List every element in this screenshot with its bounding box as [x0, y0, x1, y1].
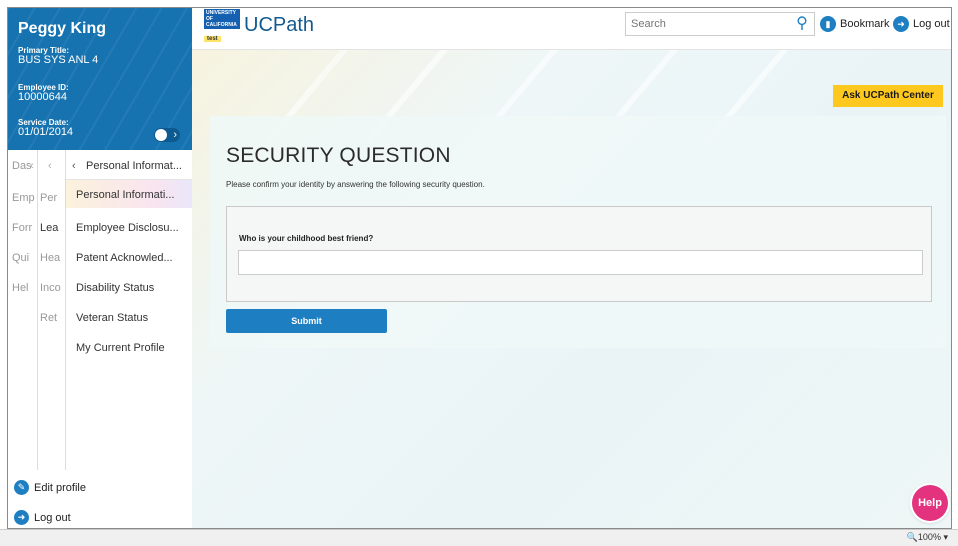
edit-profile-button[interactable]: ✎ Edit profile [14, 480, 86, 495]
nav-column-level3: ‹ Personal Informat... Personal Informat… [66, 150, 192, 470]
profile-collapse-toggle[interactable]: › [154, 128, 180, 142]
nav-item-dashboard[interactable]: Das [12, 160, 32, 172]
chevron-left-icon[interactable]: ‹ [30, 160, 34, 172]
profile-panel: Peggy King Primary Title: BUS SYS ANL 4 … [8, 8, 192, 150]
nav-item-patent-acknowledgement[interactable]: Patent Acknowled... [76, 252, 173, 264]
nav-item-health[interactable]: Hea [40, 252, 60, 264]
nav-item-income[interactable]: Inco [40, 282, 61, 294]
bookmark-icon: ▮ [820, 16, 836, 32]
nav-item-employee[interactable]: Emp [12, 192, 35, 204]
nav-item-veteran-status[interactable]: Veteran Status [76, 312, 148, 324]
logout-label: Log out [913, 18, 950, 30]
pencil-icon: ✎ [14, 480, 29, 495]
uc-logo[interactable]: UNIVERSITY OF CALIFORNIA test [204, 9, 240, 43]
nav-item-quick[interactable]: Qui [12, 252, 29, 264]
sidebar-logout-label: Log out [34, 511, 71, 524]
chevron-left-icon[interactable]: ‹ [48, 160, 52, 172]
question-box: Who is your childhood best friend? [226, 206, 932, 302]
toggle-knob [155, 129, 167, 141]
employee-id-value: 10000644 [18, 91, 67, 103]
profile-name: Peggy King [18, 20, 107, 37]
nav-item-my-current-profile[interactable]: My Current Profile [76, 342, 165, 354]
nav-column-level1: Das Emp Forr Qui Hel ‹ [8, 150, 38, 470]
uc-logo-text: UNIVERSITY OF CALIFORNIA [204, 9, 240, 29]
status-bar: 🔍100% ▾ [0, 529, 958, 546]
zoom-control[interactable]: 🔍100% ▾ [907, 532, 948, 543]
security-answer-input[interactable] [238, 250, 923, 275]
search-box: ⚲ [625, 12, 815, 36]
submit-button[interactable]: Submit [226, 309, 387, 333]
main-content: Ask UCPath Center SECURITY QUESTION Plea… [192, 50, 951, 528]
logout-icon: ➜ [14, 510, 29, 525]
top-bar: UNIVERSITY OF CALIFORNIA test UCPath ⚲ ▮… [192, 8, 951, 50]
sidebar-logout-button[interactable]: ➜ Log out [14, 510, 71, 525]
chevron-down-icon: ▾ [943, 532, 948, 542]
help-button[interactable]: Help [912, 485, 948, 521]
search-icon[interactable]: ⚲ [792, 14, 812, 34]
nav-item-retirement[interactable]: Ret [40, 312, 57, 324]
environment-tag: test [204, 36, 221, 42]
app-window: Peggy King Primary Title: BUS SYS ANL 4 … [7, 7, 952, 529]
profile-actions: ✎ Edit profile ➜ Log out [8, 470, 192, 528]
logout-button[interactable]: ➜ Log out [893, 16, 950, 32]
nav-item-personal-information[interactable]: Personal Informati... [76, 189, 174, 201]
security-question-label: Who is your childhood best friend? [239, 234, 374, 243]
security-question-card: SECURITY QUESTION Please confirm your id… [210, 116, 946, 348]
nav-item-leave[interactable]: Lea [40, 222, 58, 234]
navigation-menu: Das Emp Forr Qui Hel ‹ ‹ Per Lea Hea Inc… [8, 150, 192, 470]
ask-ucpath-center-button[interactable]: Ask UCPath Center [833, 85, 943, 107]
primary-title-value: BUS SYS ANL 4 [18, 54, 99, 66]
nav-item-forms[interactable]: Forr [12, 222, 32, 234]
zoom-icon: 🔍 [906, 532, 918, 542]
nav-item-employee-disclosure[interactable]: Employee Disclosu... [76, 222, 179, 234]
chevron-left-icon[interactable]: ‹ [72, 160, 76, 172]
search-input[interactable] [626, 13, 786, 35]
bookmark-label: Bookmark [840, 18, 890, 30]
app-brand[interactable]: UCPath [244, 14, 314, 37]
page-title: SECURITY QUESTION [226, 144, 451, 167]
bookmark-button[interactable]: ▮ Bookmark [820, 16, 890, 32]
edit-profile-label: Edit profile [34, 481, 86, 494]
zoom-level: 100% [917, 532, 941, 542]
nav-item-disability-status[interactable]: Disability Status [76, 282, 154, 294]
nav-column-header-label[interactable]: Personal Informat... [86, 160, 182, 172]
nav-item-personal[interactable]: Per [40, 192, 57, 204]
logout-icon: ➜ [893, 16, 909, 32]
page-subtitle: Please confirm your identity by answerin… [226, 180, 485, 189]
nav-column-level2: ‹ Per Lea Hea Inco Ret [38, 150, 66, 470]
service-date-value: 01/01/2014 [18, 126, 74, 138]
nav-item-help[interactable]: Hel [12, 282, 29, 294]
chevron-right-icon: › [173, 129, 177, 141]
